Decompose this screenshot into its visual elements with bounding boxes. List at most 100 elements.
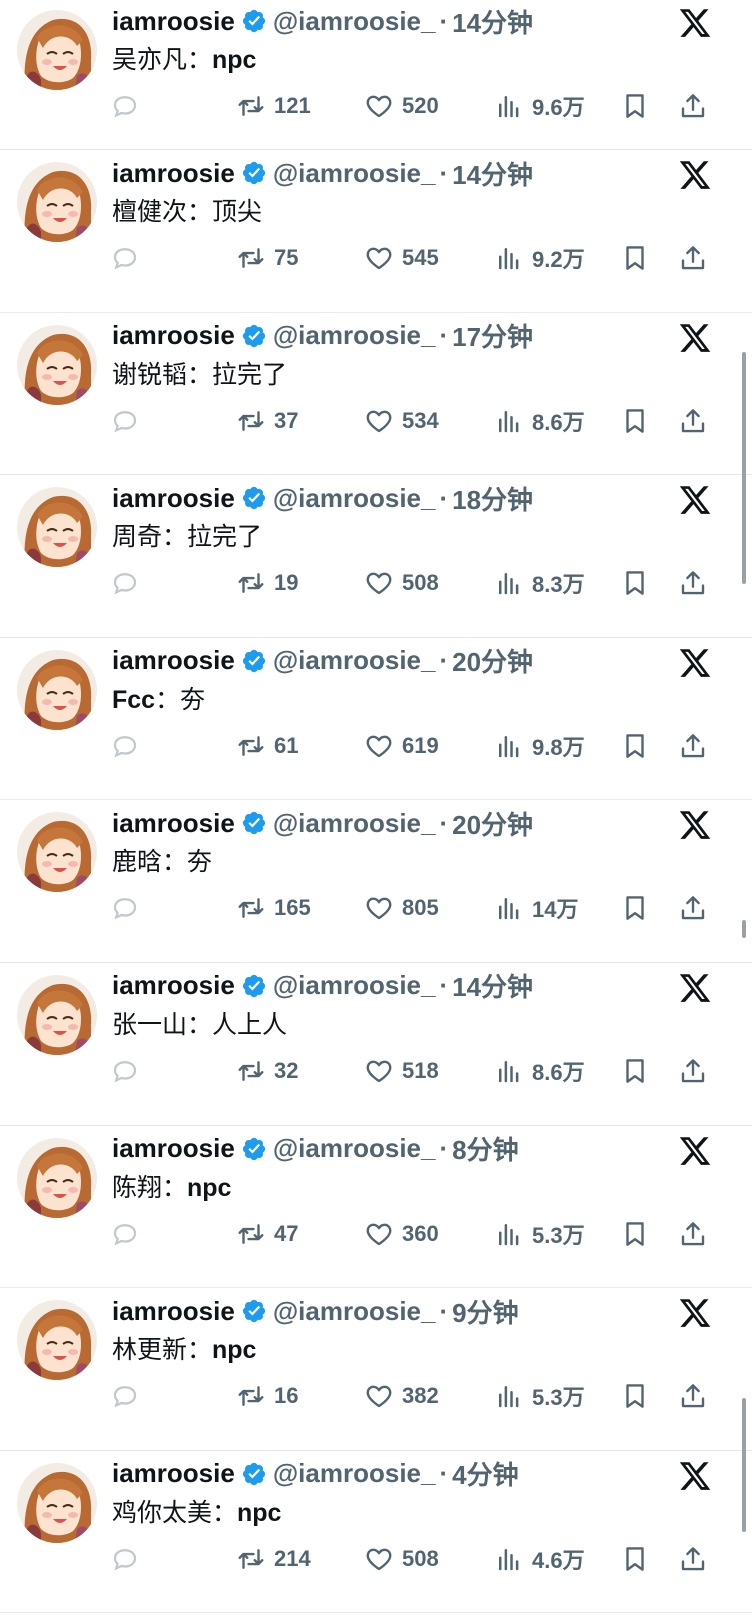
x-logo-icon[interactable] [678,1134,712,1168]
reply-button[interactable] [110,888,148,928]
views-button[interactable]: 5.3万 [494,1376,585,1416]
like-button[interactable]: 360 [364,1214,439,1254]
display-name[interactable]: iamroosie [112,320,235,351]
display-name[interactable]: iamroosie [112,1458,235,1489]
share-button[interactable] [678,401,716,441]
retweet-button[interactable]: 75 [236,238,298,278]
timestamp[interactable]: 4分钟 [452,1455,518,1492]
timestamp[interactable]: 8分钟 [452,1130,518,1167]
retweet-button[interactable]: 165 [236,888,311,928]
avatar[interactable] [17,1300,97,1381]
reply-button[interactable] [110,1376,148,1416]
x-logo-icon[interactable] [678,808,712,842]
scrollbar-thumb-upper[interactable] [742,352,746,584]
views-button[interactable]: 8.6万 [494,1051,585,1091]
display-name[interactable]: iamroosie [112,483,235,514]
display-name[interactable]: iamroosie [112,970,235,1001]
x-logo-icon[interactable] [678,6,712,40]
share-button[interactable] [678,726,716,766]
retweet-button[interactable]: 47 [236,1214,298,1254]
share-button[interactable] [678,563,716,603]
views-button[interactable]: 5.3万 [494,1214,585,1254]
views-button[interactable]: 9.6万 [494,86,585,126]
views-button[interactable]: 9.2万 [494,238,585,278]
reply-button[interactable] [110,1051,148,1091]
bookmark-button[interactable] [620,1214,658,1254]
share-button[interactable] [678,238,716,278]
user-handle[interactable]: @iamroosie_ [273,1133,436,1164]
user-handle[interactable]: @iamroosie_ [273,970,436,1001]
views-button[interactable]: 8.6万 [494,401,585,441]
like-button[interactable]: 534 [364,401,439,441]
user-handle[interactable]: @iamroosie_ [273,808,436,839]
avatar[interactable] [17,487,97,568]
reply-button[interactable] [110,238,148,278]
timestamp[interactable]: 14分钟 [452,967,533,1004]
like-button[interactable]: 508 [364,1539,439,1579]
retweet-button[interactable]: 32 [236,1051,298,1091]
display-name[interactable]: iamroosie [112,158,235,189]
reply-button[interactable] [110,563,148,603]
retweet-button[interactable]: 121 [236,86,311,126]
retweet-button[interactable]: 61 [236,726,298,766]
reply-button[interactable] [110,1214,148,1254]
user-handle[interactable]: @iamroosie_ [273,645,436,676]
timestamp[interactable]: 17分钟 [452,317,533,354]
tweet[interactable]: iamroosie @iamroosie_ · 9分钟 林更新：npc 16 3… [0,1288,752,1451]
retweet-button[interactable]: 37 [236,401,298,441]
tweet[interactable]: iamroosie @iamroosie_ · 14分钟 张一山：人上人 32 [0,963,752,1126]
like-button[interactable]: 805 [364,888,439,928]
share-button[interactable] [678,1214,716,1254]
tweet[interactable]: iamroosie @iamroosie_ · 14分钟 檀健次：顶尖 75 5… [0,150,752,313]
retweet-button[interactable]: 19 [236,563,298,603]
x-logo-icon[interactable] [678,1459,712,1493]
bookmark-button[interactable] [620,1051,658,1091]
user-handle[interactable]: @iamroosie_ [273,1296,436,1327]
avatar[interactable] [17,162,97,242]
reply-button[interactable] [110,86,148,126]
tweet[interactable]: iamroosie @iamroosie_ · 14分钟 吴亦凡：npc 121 [0,0,752,150]
avatar[interactable] [17,974,97,1055]
timestamp[interactable]: 9分钟 [452,1293,518,1330]
like-button[interactable]: 520 [364,86,439,126]
views-button[interactable]: 8.3万 [494,563,585,603]
like-button[interactable]: 382 [364,1376,439,1416]
avatar[interactable] [17,1462,97,1543]
bookmark-button[interactable] [620,1376,658,1416]
retweet-button[interactable]: 16 [236,1376,298,1416]
bookmark-button[interactable] [620,726,658,766]
reply-button[interactable] [110,401,148,441]
display-name[interactable]: iamroosie [112,6,235,37]
views-button[interactable]: 4.6万 [494,1539,585,1579]
display-name[interactable]: iamroosie [112,1133,235,1164]
like-button[interactable]: 518 [364,1051,439,1091]
x-logo-icon[interactable] [678,971,712,1005]
avatar[interactable] [17,649,97,730]
like-button[interactable]: 619 [364,726,439,766]
avatar[interactable] [17,10,97,90]
views-button[interactable]: 9.8万 [494,726,585,766]
x-logo-icon[interactable] [678,1296,712,1330]
share-button[interactable] [678,1376,716,1416]
share-button[interactable] [678,888,716,928]
reply-button[interactable] [110,1539,148,1579]
timestamp[interactable]: 20分钟 [452,642,533,679]
share-button[interactable] [678,1051,716,1091]
timestamp[interactable]: 14分钟 [452,3,533,40]
views-button[interactable]: 14万 [494,888,578,928]
bookmark-button[interactable] [620,888,658,928]
timestamp[interactable]: 14分钟 [452,155,533,192]
user-handle[interactable]: @iamroosie_ [273,483,436,514]
avatar[interactable] [17,324,97,405]
share-button[interactable] [678,1539,716,1579]
avatar[interactable] [17,1137,97,1218]
tweet[interactable]: iamroosie @iamroosie_ · 18分钟 周奇：拉完了 19 5… [0,475,752,638]
bookmark-button[interactable] [620,563,658,603]
tweet[interactable]: iamroosie @iamroosie_ · 17分钟 谢锐韬：拉完了 37 [0,313,752,476]
display-name[interactable]: iamroosie [112,1296,235,1327]
like-button[interactable]: 545 [364,238,439,278]
x-logo-icon[interactable] [678,321,712,355]
bookmark-button[interactable] [620,86,658,126]
x-logo-icon[interactable] [678,646,712,680]
retweet-button[interactable]: 214 [236,1539,311,1579]
